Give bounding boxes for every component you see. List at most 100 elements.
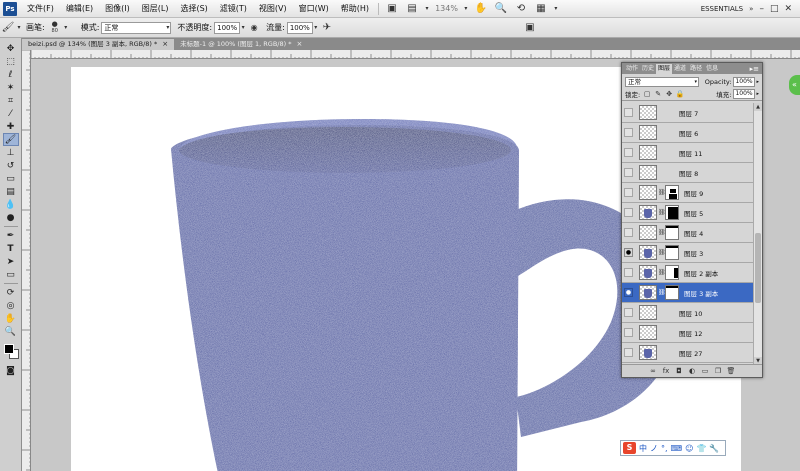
3d-rotate-tool-icon[interactable]: ⟳	[3, 286, 19, 299]
tab-history[interactable]: 历史	[640, 64, 656, 74]
layer-mask-thumbnail[interactable]	[665, 265, 679, 280]
layer-mask-thumbnail[interactable]	[665, 285, 679, 300]
menu-window[interactable]: 窗口(W)	[293, 3, 335, 14]
side-dock-button[interactable]: «	[789, 75, 800, 95]
marquee-tool-icon[interactable]: ⬚	[3, 55, 19, 68]
airbrush-icon[interactable]: ✈	[319, 21, 335, 35]
eye-icon[interactable]: ●	[624, 288, 633, 297]
maximize-button[interactable]: □	[770, 4, 779, 14]
zoom-icon[interactable]: 🔍	[493, 2, 509, 16]
tab-beizi[interactable]: beizi.psd @ 134% (图层 3 副本, RGB/8) * ×	[22, 39, 175, 50]
brush-panel-icon[interactable]: ▣	[522, 21, 538, 35]
brush-tool-icon[interactable]: 🖌	[0, 21, 16, 35]
chain-link-icon[interactable]: ⛓	[658, 249, 666, 256]
eraser-tool-icon[interactable]: ▭	[3, 172, 19, 185]
tab-untitled[interactable]: 未标题-1 @ 100% (图层 1, RGB/8) * ×	[174, 39, 308, 50]
eye-icon[interactable]	[624, 148, 633, 157]
lock-pixels-icon[interactable]: ✎	[654, 90, 662, 98]
arrange-icon[interactable]: ▤	[404, 2, 420, 16]
sogou-logo-icon[interactable]: S	[623, 442, 636, 454]
eye-icon[interactable]	[624, 188, 633, 197]
gradient-tool-icon[interactable]: ▤	[3, 185, 19, 198]
minimize-button[interactable]: –	[759, 4, 764, 14]
brush-tool-icon[interactable]: 🖌	[2, 133, 19, 146]
menu-view[interactable]: 视图(V)	[253, 3, 293, 14]
tab-paths[interactable]: 路径	[688, 64, 704, 74]
menu-filter[interactable]: 滤镜(T)	[214, 3, 253, 14]
ime-chinese-mode[interactable]: 中	[639, 443, 647, 454]
eye-icon[interactable]	[624, 168, 633, 177]
chevron-down-icon[interactable]: ▾	[553, 2, 559, 16]
layer-row[interactable]: ● ⛓ 图层 3 副本	[622, 283, 753, 303]
chain-link-icon[interactable]: ⛓	[658, 189, 666, 196]
lasso-tool-icon[interactable]: ℓ	[3, 68, 19, 81]
tab-channels[interactable]: 通道	[672, 64, 688, 74]
settings-icon[interactable]: 🔧	[709, 444, 719, 453]
lock-position-icon[interactable]: ✥	[665, 90, 673, 98]
3d-orbit-tool-icon[interactable]: ◎	[3, 299, 19, 312]
add-mask-icon[interactable]: ◘	[675, 367, 684, 376]
new-group-icon[interactable]: ▭	[701, 367, 710, 376]
fill-input[interactable]: 100%	[733, 89, 756, 99]
mode-select[interactable]: 正常 ▾	[101, 21, 172, 34]
clone-stamp-tool-icon[interactable]: ⊥	[3, 146, 19, 159]
layer-style-icon[interactable]: fx	[662, 367, 671, 376]
layer-mask-thumbnail[interactable]	[665, 245, 679, 260]
new-layer-icon[interactable]: ❐	[714, 367, 723, 376]
layer-row[interactable]: 图层 10	[622, 303, 753, 323]
chevron-down-icon[interactable]: ▾	[463, 2, 469, 16]
bridge-icon[interactable]: ▣	[384, 2, 400, 16]
opacity-input[interactable]: 100%	[214, 21, 241, 34]
chain-link-icon[interactable]: ⛓	[658, 269, 666, 276]
panel-menu-icon[interactable]: ▸≡	[750, 64, 762, 74]
menu-select[interactable]: 选择(S)	[174, 3, 213, 14]
foreground-color-swatch[interactable]	[3, 344, 14, 354]
layer-row[interactable]: ⛓ 图层 2 副本	[622, 263, 753, 283]
chain-link-icon[interactable]: ⛓	[658, 229, 666, 236]
ime-halfwidth[interactable]: ノ	[650, 443, 658, 454]
blend-mode-select[interactable]: 正常 ▾	[625, 76, 699, 87]
layer-row[interactable]: ● ⛓ 图层 3	[622, 243, 753, 263]
screen-mode-icon[interactable]: ▦	[533, 2, 549, 16]
scroll-up-icon[interactable]: ▲	[754, 103, 762, 111]
type-tool-icon[interactable]: T	[3, 242, 19, 255]
chevron-right-icon[interactable]: ▸	[756, 79, 759, 85]
eyedropper-tool-icon[interactable]: ⁄	[3, 107, 19, 120]
path-selection-tool-icon[interactable]: ➤	[3, 255, 19, 268]
eye-icon[interactable]: ●	[624, 248, 633, 257]
chevron-right-icon[interactable]: »	[749, 5, 753, 13]
chevron-down-icon[interactable]: ▾	[63, 21, 69, 35]
brush-preset-icon[interactable]: ● 80	[47, 20, 63, 35]
menu-image[interactable]: 图像(I)	[99, 3, 136, 14]
close-icon[interactable]: ×	[296, 39, 302, 50]
ruler-vertical[interactable]	[22, 50, 31, 471]
layer-row[interactable]: ⛓ 图层 9	[622, 183, 753, 203]
layers-scrollbar[interactable]: ▲ ▼	[753, 103, 762, 365]
layer-opacity-input[interactable]: 100%	[733, 76, 756, 87]
layer-row[interactable]: ⛓ 图层 4	[622, 223, 753, 243]
scroll-thumb[interactable]	[755, 233, 761, 303]
layer-mask-thumbnail[interactable]	[665, 205, 679, 220]
layer-row[interactable]: 图层 8	[622, 163, 753, 183]
eye-icon[interactable]	[624, 328, 633, 337]
flow-input[interactable]: 100%	[286, 21, 313, 34]
menu-edit[interactable]: 编辑(E)	[60, 3, 99, 14]
chevron-right-icon[interactable]: ▸	[756, 91, 759, 97]
shape-tool-icon[interactable]: ▭	[3, 268, 19, 281]
quick-mask-icon[interactable]: ◙	[3, 364, 19, 377]
ime-punctuation[interactable]: °,	[661, 444, 668, 453]
magic-wand-tool-icon[interactable]: ✶	[3, 81, 19, 94]
skin-icon[interactable]: 👕	[696, 444, 706, 453]
workspace-switcher[interactable]: ESSENTIALS » – □ ✕	[701, 4, 800, 14]
menu-layer[interactable]: 图层(L)	[136, 3, 175, 14]
hand-icon[interactable]: ✋	[473, 2, 489, 16]
keyboard-icon[interactable]: ⌨	[671, 444, 683, 453]
layer-row[interactable]: 图层 12	[622, 323, 753, 343]
menu-file[interactable]: 文件(F)	[21, 3, 60, 14]
chevron-down-icon[interactable]: ▾	[424, 2, 430, 16]
close-button[interactable]: ✕	[784, 4, 792, 14]
chevron-down-icon[interactable]: ▾	[16, 21, 22, 35]
tab-info[interactable]: 信息	[704, 64, 720, 74]
pressure-opacity-icon[interactable]: ◉	[246, 21, 262, 35]
eye-icon[interactable]	[624, 348, 633, 357]
